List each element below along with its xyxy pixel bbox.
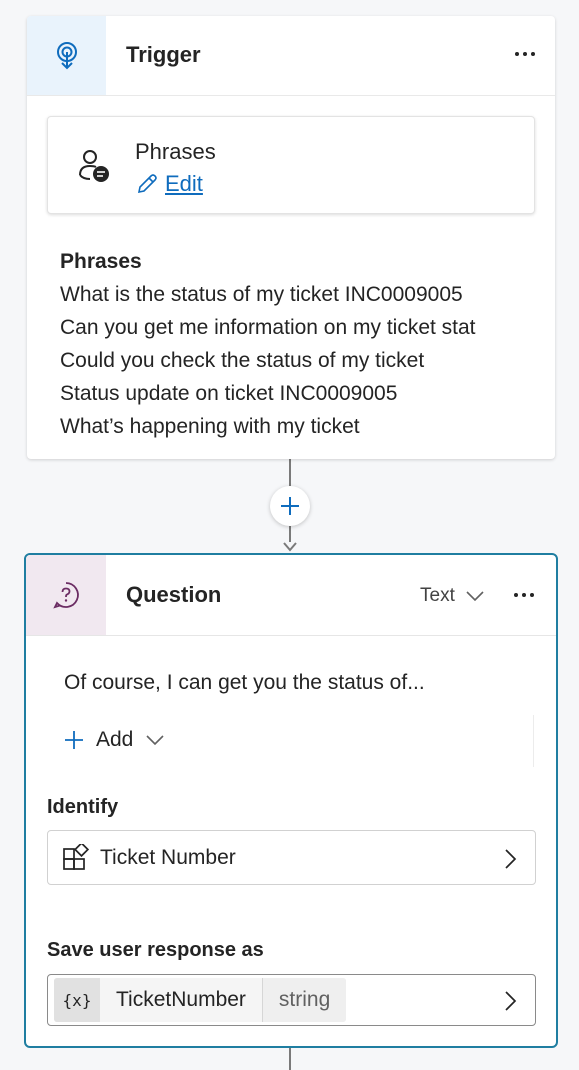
question-message[interactable]: Of course, I can get you the status of..… <box>64 671 425 695</box>
trigger-icon-box <box>27 16 106 95</box>
phrase-item: What is the status of my ticket INC00090… <box>60 283 463 306</box>
variable-name: TicketNumber <box>100 978 263 1022</box>
phrase-item: Can you get me information on my ticket … <box>60 316 476 339</box>
question-node[interactable]: Question Text Of course, I can get you t… <box>24 553 558 1048</box>
edit-link-label: Edit <box>165 171 203 196</box>
person-chat-icon <box>79 150 109 182</box>
save-response-label: Save user response as <box>47 939 264 961</box>
trigger-icon <box>56 41 77 69</box>
variable-type: string <box>262 978 347 1022</box>
chevron-down-icon <box>146 735 164 746</box>
add-node-button[interactable] <box>270 486 310 526</box>
identify-label: Identify <box>47 796 119 818</box>
chevron-right-icon <box>505 991 517 1011</box>
question-header: Question Text <box>26 555 556 636</box>
add-label: Add <box>96 728 134 751</box>
plus-icon <box>65 731 83 749</box>
phrase-item: Could you check the status of my ticket <box>60 349 425 372</box>
question-icon <box>53 582 79 609</box>
question-title: Question <box>126 582 222 607</box>
phrase-item: Status update on ticket INC0009005 <box>60 382 398 405</box>
response-type-label: Text <box>420 585 455 606</box>
trigger-header: Trigger <box>27 16 555 96</box>
response-type-dropdown[interactable]: Text <box>420 585 485 607</box>
chevron-down-icon <box>466 591 484 602</box>
more-dot <box>530 593 534 597</box>
entity-icon <box>63 844 90 870</box>
save-variable-field[interactable]: {x} TicketNumber string <box>47 974 536 1026</box>
phrase-item: What’s happening with my ticket <box>60 415 360 438</box>
phrases-list: Phrases What is the status of my ticket … <box>60 246 540 443</box>
question-icon-box <box>26 555 106 635</box>
more-dot <box>522 593 526 597</box>
connector-line-exit <box>289 1048 291 1070</box>
connector-arrow-icon <box>283 542 297 552</box>
question-more-button[interactable] <box>514 593 534 597</box>
phrases-trigger-box[interactable]: Phrases Edit <box>47 116 535 214</box>
identify-entity-field[interactable]: Ticket Number <box>47 830 536 885</box>
plus-icon <box>281 497 299 515</box>
more-dot <box>515 52 519 56</box>
edit-phrases-link[interactable]: Edit <box>135 171 203 197</box>
variable-icon: {x} <box>54 978 100 1022</box>
phrases-box-title: Phrases <box>135 139 216 164</box>
more-dot <box>523 52 527 56</box>
more-dot <box>514 593 518 597</box>
identify-entity-value: Ticket Number <box>100 846 236 869</box>
message-divider <box>533 715 534 767</box>
trigger-node[interactable]: Trigger Phrases Edit Phrases What is the… <box>27 16 555 459</box>
add-button[interactable]: Add <box>64 728 165 752</box>
chevron-right-icon <box>505 849 517 869</box>
more-dot <box>531 52 535 56</box>
connector-line-bottom <box>289 526 291 542</box>
trigger-title: Trigger <box>126 42 201 67</box>
trigger-more-button[interactable] <box>515 52 535 56</box>
variable-chip[interactable]: {x} TicketNumber string <box>54 978 347 1022</box>
connector-line-top <box>289 459 291 486</box>
phrases-list-title: Phrases <box>60 250 142 273</box>
pencil-icon <box>137 174 157 194</box>
